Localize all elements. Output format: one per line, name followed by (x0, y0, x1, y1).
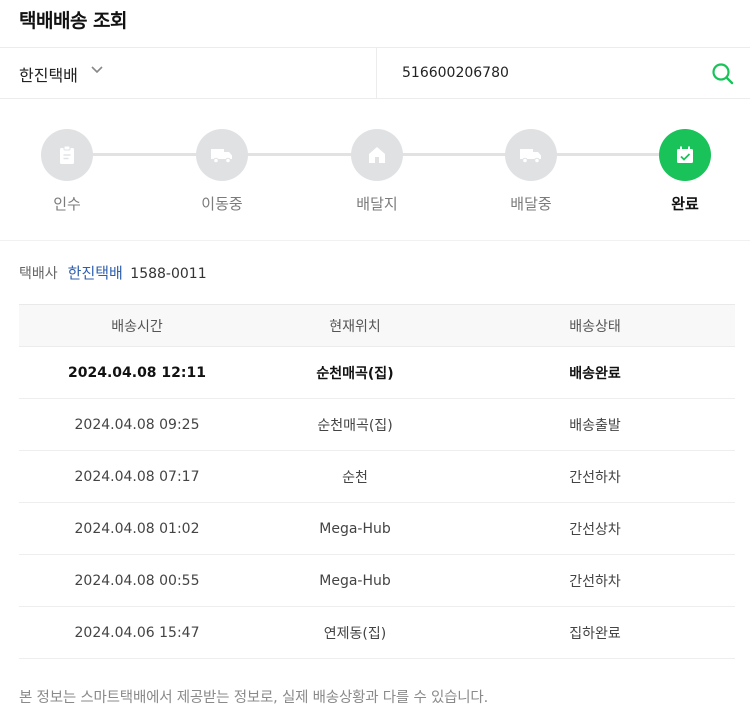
search-icon[interactable] (710, 61, 736, 87)
truck-icon (211, 149, 232, 164)
chevron-down-icon (91, 66, 103, 74)
column-header-location: 현재위치 (329, 318, 381, 335)
delivery-progress: 인수 이동중 배달지 배달중 완료 (0, 99, 750, 241)
cell-time: 2024.04.08 07:17 (74, 468, 200, 485)
cell-status: 배송완료 (569, 365, 621, 382)
step-in-transit: 이동중 (182, 129, 262, 214)
cell-status: 간선하차 (569, 573, 621, 590)
cell-time: 2024.04.08 09:25 (74, 416, 200, 433)
cell-location: Mega-Hub (319, 520, 391, 537)
table-row: 2024.04.08 09:25 순천매곡(집) 배송출발 (19, 399, 735, 451)
cell-status: 간선상차 (569, 521, 621, 538)
cell-time: 2024.04.06 15:47 (74, 624, 200, 641)
step-circle (196, 129, 248, 181)
cell-status: 배송출발 (569, 417, 621, 434)
cell-status: 간선하차 (569, 469, 621, 486)
carrier-info-label: 택배사 (19, 266, 58, 282)
table-row: 2024.04.06 15:47 연제동(집) 집하완료 (19, 607, 735, 659)
cell-location: Mega-Hub (319, 572, 391, 589)
house-icon (369, 147, 385, 163)
carrier-name-link[interactable]: 한진택배 (68, 264, 123, 282)
column-header-time: 배송시간 (111, 318, 163, 335)
cell-time: 2024.04.08 12:11 (67, 364, 206, 381)
cell-location: 순천매곡(집) (316, 365, 394, 382)
calendar-check-icon (677, 146, 693, 163)
clipboard-icon (60, 145, 74, 164)
cell-location: 연제동(집) (323, 625, 387, 642)
tracking-history-table: 배송시간 현재위치 배송상태 2024.04.08 12:11 순천매곡(집) … (19, 304, 735, 659)
table-row: 2024.04.08 12:11 순천매곡(집) 배송완료 (19, 347, 735, 399)
disclaimer-text: 본 정보는 스마트택배에서 제공받는 정보로, 실제 배송상황과 다를 수 있습… (19, 690, 488, 706)
step-destination: 배달지 (337, 129, 417, 214)
step-complete: 완료 (645, 129, 725, 214)
carrier-phone: 1588-0011 (130, 266, 207, 282)
step-circle (505, 129, 557, 181)
carrier-info: 택배사 한진택배 1588-0011 (19, 262, 207, 283)
step-out-for-delivery: 배달중 (491, 129, 571, 214)
truck-icon (520, 149, 541, 164)
cell-location: 순천 (342, 469, 368, 486)
cell-location: 순천매곡(집) (317, 417, 393, 434)
step-circle (659, 129, 711, 181)
step-circle (351, 129, 403, 181)
step-label: 완료 (671, 195, 699, 213)
step-label: 인수 (53, 195, 81, 213)
cell-status: 집하완료 (569, 625, 621, 642)
search-bar: 한진택배 (0, 47, 750, 99)
carrier-select[interactable]: 한진택배 (0, 48, 377, 98)
step-label: 배달중 (510, 195, 552, 213)
page-title: 택배배송 조회 (19, 10, 128, 32)
step-label: 이동중 (201, 195, 243, 213)
carrier-select-value: 한진택배 (19, 66, 78, 85)
table-row: 2024.04.08 01:02 Mega-Hub 간선상차 (19, 503, 735, 555)
step-pickup: 인수 (27, 129, 107, 214)
step-circle (41, 129, 93, 181)
table-header: 배송시간 현재위치 배송상태 (19, 304, 735, 347)
cell-time: 2024.04.08 01:02 (74, 520, 200, 537)
column-header-status: 배송상태 (569, 318, 621, 335)
step-label: 배달지 (356, 195, 398, 213)
table-row: 2024.04.08 07:17 순천 간선하차 (19, 451, 735, 503)
cell-time: 2024.04.08 00:55 (74, 572, 200, 589)
tracking-number-input[interactable] (388, 56, 698, 90)
table-row: 2024.04.08 00:55 Mega-Hub 간선하차 (19, 555, 735, 607)
